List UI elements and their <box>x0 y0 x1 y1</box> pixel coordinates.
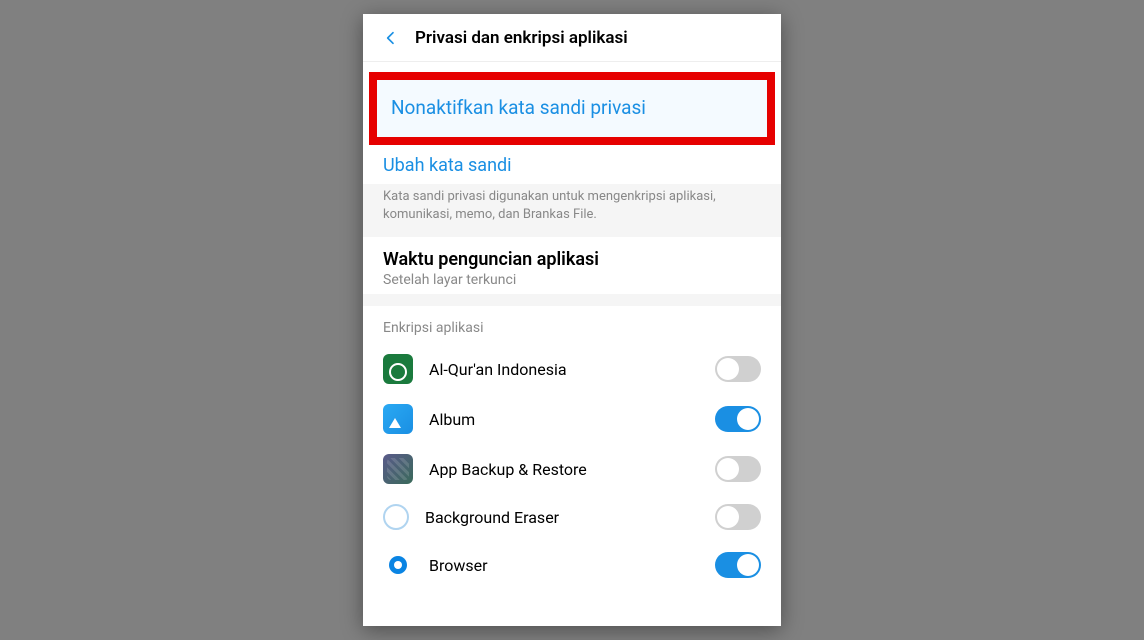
app-label: Album <box>429 410 715 429</box>
lock-time-row[interactable]: Waktu penguncian aplikasi Setelah layar … <box>363 237 781 294</box>
toggle-knob <box>717 506 739 528</box>
app-encryption-header: Enkripsi aplikasi <box>363 306 781 344</box>
app-row: Album <box>363 394 781 444</box>
toggle-knob <box>717 458 739 480</box>
app-icon <box>383 550 413 580</box>
section-divider <box>363 294 781 306</box>
disable-password-label: Nonaktifkan kata sandi privasi <box>391 96 646 119</box>
app-icon <box>383 504 409 530</box>
app-icon <box>383 454 413 484</box>
app-icon <box>383 354 413 384</box>
app-row: Browser <box>363 540 781 590</box>
app-toggle[interactable] <box>715 356 761 382</box>
app-label: Background Eraser <box>425 508 715 527</box>
chevron-left-icon <box>383 30 399 46</box>
app-header: Privasi dan enkripsi aplikasi <box>363 14 781 62</box>
toggle-knob <box>737 554 759 576</box>
app-toggle[interactable] <box>715 456 761 482</box>
app-toggle[interactable] <box>715 406 761 432</box>
app-icon <box>383 404 413 434</box>
change-password-row[interactable]: Ubah kata sandi <box>363 145 781 184</box>
app-row: Background Eraser <box>363 494 781 540</box>
lock-time-title: Waktu penguncian aplikasi <box>383 249 761 270</box>
change-password-label: Ubah kata sandi <box>383 155 512 176</box>
disable-password-row-highlighted[interactable]: Nonaktifkan kata sandi privasi <box>369 72 775 145</box>
app-list: Al-Qur'an Indonesia Album App Backup & Res… <box>363 344 781 590</box>
app-row: App Backup & Restore <box>363 444 781 494</box>
password-description: Kata sandi privasi digunakan untuk menge… <box>363 184 781 237</box>
app-row: Al-Qur'an Indonesia <box>363 344 781 394</box>
app-toggle[interactable] <box>715 504 761 530</box>
toggle-knob <box>737 408 759 430</box>
app-label: App Backup & Restore <box>429 460 715 479</box>
lock-time-subtitle: Setelah layar terkunci <box>383 272 761 288</box>
page-title: Privasi dan enkripsi aplikasi <box>415 28 628 48</box>
app-toggle[interactable] <box>715 552 761 578</box>
settings-screen: Privasi dan enkripsi aplikasi Nonaktifka… <box>363 14 781 626</box>
password-description-text: Kata sandi privasi digunakan untuk menge… <box>383 188 761 223</box>
app-label: Browser <box>429 556 715 575</box>
toggle-knob <box>717 358 739 380</box>
back-button[interactable] <box>371 18 411 58</box>
app-label: Al-Qur'an Indonesia <box>429 360 715 379</box>
